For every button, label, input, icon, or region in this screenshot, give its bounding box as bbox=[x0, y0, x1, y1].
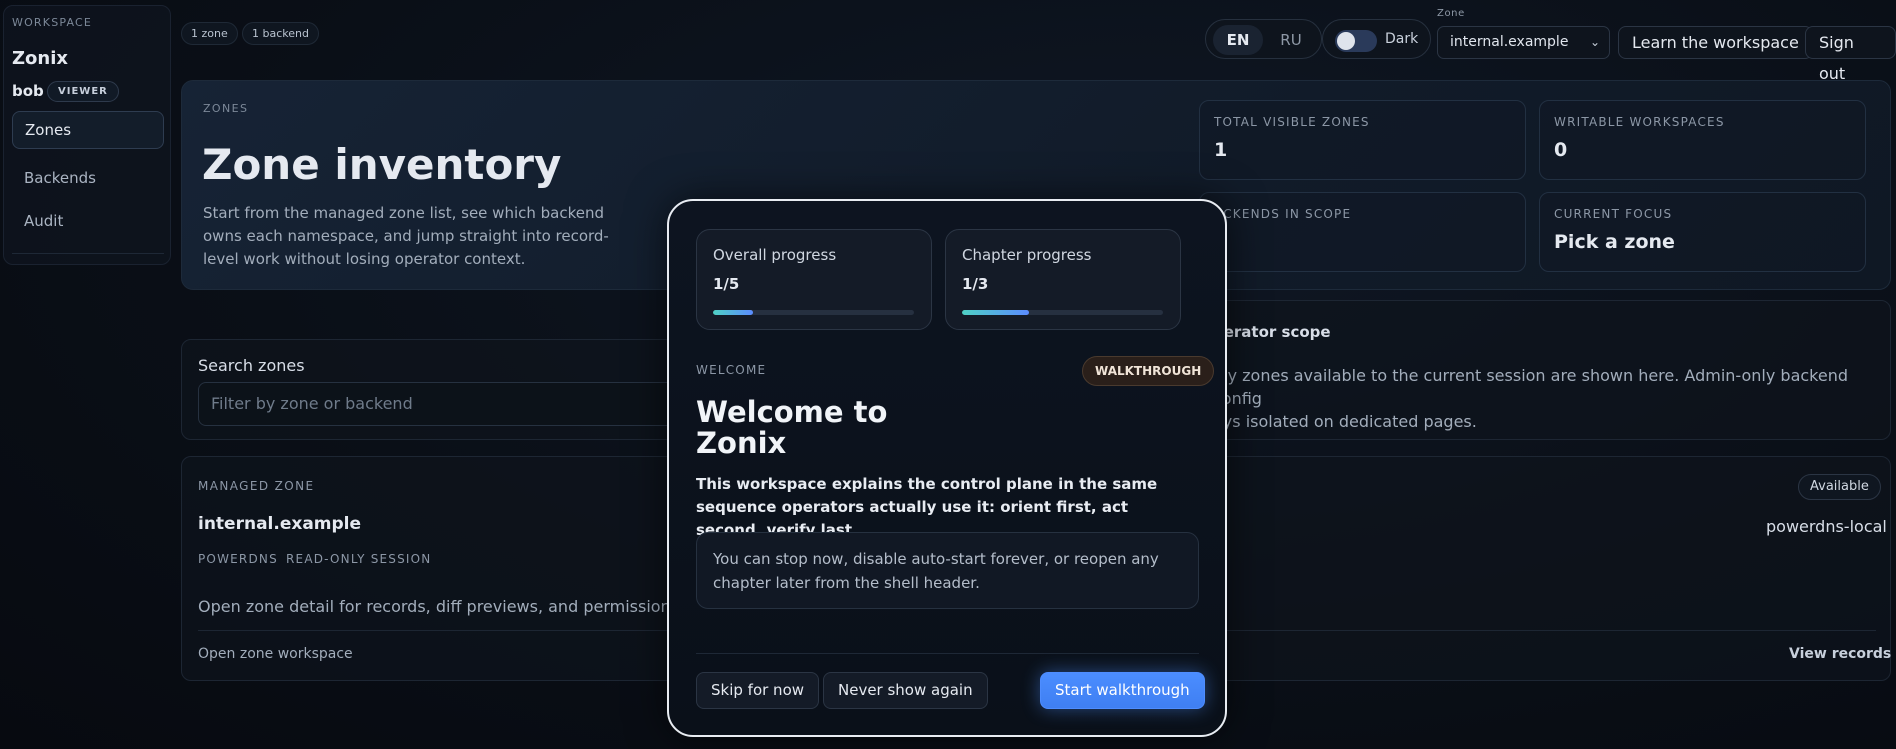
operator-scope-description: nly zones available to the current sessi… bbox=[1213, 364, 1873, 433]
hero-description: Start from the managed zone list, see wh… bbox=[203, 204, 609, 268]
open-zone-workspace-link[interactable]: Open zone workspace bbox=[198, 646, 353, 662]
zone-backend-type: POWERDNS bbox=[198, 552, 278, 566]
view-records-link[interactable]: View records bbox=[1789, 646, 1891, 662]
walkthrough-badge: WALKTHROUGH bbox=[1082, 356, 1215, 386]
chapter-progress-bar bbox=[962, 310, 1163, 315]
skip-button[interactable]: Skip for now bbox=[696, 672, 820, 709]
theme-label: Dark bbox=[1385, 31, 1419, 47]
zone-description: Open zone detail for records, diff previ… bbox=[198, 597, 716, 616]
page-title: Zone inventory bbox=[202, 140, 562, 189]
backend-count-chip: 1 backend bbox=[242, 22, 319, 45]
user-name: bob bbox=[12, 82, 44, 100]
stat-writable-workspaces: WRITABLE WORKSPACES 0 bbox=[1539, 100, 1866, 180]
app-name: Zonix bbox=[12, 48, 69, 69]
modal-title: Welcome to Zonix bbox=[696, 395, 888, 460]
zone-select-label: Zone bbox=[1437, 8, 1465, 19]
zone-select-value: internal.example bbox=[1450, 34, 1569, 50]
hero-eyebrow: ZONES bbox=[203, 102, 249, 115]
status-badge: Available bbox=[1798, 474, 1881, 500]
overall-progress-card: Overall progress 1/5 bbox=[696, 229, 932, 330]
role-badge: VIEWER bbox=[47, 81, 119, 102]
overall-progress-label: Overall progress bbox=[713, 246, 837, 264]
chapter-progress-label: Chapter progress bbox=[962, 246, 1092, 264]
stat-total-visible-zones: TOTAL VISIBLE ZONES 1 bbox=[1199, 100, 1526, 180]
stat-value: 1 bbox=[1214, 139, 1228, 161]
sidebar-divider bbox=[12, 253, 164, 254]
toggle-knob bbox=[1337, 32, 1355, 50]
sign-out-button[interactable]: Sign out bbox=[1805, 26, 1896, 83]
sidebar-item-backends[interactable]: Backends bbox=[12, 159, 164, 197]
overall-progress-value: 1/5 bbox=[713, 275, 740, 293]
stat-label: TOTAL VISIBLE ZONES bbox=[1214, 115, 1370, 129]
zone-name[interactable]: internal.example bbox=[198, 514, 361, 534]
language-switch: EN RU bbox=[1205, 19, 1322, 59]
stat-backends-in-scope: ACKENDS IN SCOPE 1 bbox=[1199, 192, 1526, 272]
sidebar-item-audit[interactable]: Audit bbox=[12, 202, 164, 240]
operator-scope-title: perator scope bbox=[1213, 323, 1331, 341]
sidebar-item-zones[interactable]: Zones bbox=[12, 111, 164, 149]
stat-label: ACKENDS IN SCOPE bbox=[1214, 207, 1352, 221]
toggle-track[interactable] bbox=[1335, 30, 1377, 52]
search-label: Search zones bbox=[198, 356, 305, 375]
stat-value: 0 bbox=[1554, 139, 1568, 161]
stat-current-focus: CURRENT FOCUS Pick a zone bbox=[1539, 192, 1866, 272]
overall-progress-bar bbox=[713, 310, 914, 315]
never-show-again-button[interactable]: Never show again bbox=[823, 672, 988, 709]
operator-scope-line-1: nly zones available to the current sessi… bbox=[1213, 366, 1848, 408]
walkthrough-modal: Overall progress 1/5 Chapter progress 1/… bbox=[667, 199, 1227, 737]
theme-toggle[interactable]: Dark bbox=[1322, 19, 1431, 59]
zone-backend-name: powerdns-local bbox=[1766, 517, 1887, 536]
workspace-label: WORKSPACE bbox=[12, 16, 93, 29]
overall-progress-fill bbox=[713, 310, 754, 315]
start-walkthrough-button[interactable]: Start walkthrough bbox=[1040, 672, 1205, 709]
zone-card-eyebrow: MANAGED ZONE bbox=[198, 479, 315, 493]
modal-divider bbox=[696, 653, 1199, 654]
search-input[interactable]: Filter by zone or backend bbox=[198, 382, 678, 426]
sidebar: WORKSPACE Zonix bob VIEWER Zones Backend… bbox=[3, 5, 171, 265]
chapter-progress-card: Chapter progress 1/3 bbox=[945, 229, 1181, 330]
language-ru-button[interactable]: RU bbox=[1266, 25, 1316, 55]
learn-workspace-button[interactable]: Learn the workspace bbox=[1618, 26, 1813, 59]
stat-label: WRITABLE WORKSPACES bbox=[1554, 115, 1725, 129]
zone-session-mode: READ-ONLY SESSION bbox=[286, 552, 432, 566]
chapter-progress-value: 1/3 bbox=[962, 275, 989, 293]
operator-scope-line-2: ays isolated on dedicated pages. bbox=[1213, 412, 1477, 431]
zone-count-chip: 1 zone bbox=[181, 22, 238, 45]
language-en-button[interactable]: EN bbox=[1213, 25, 1263, 55]
modal-note: You can stop now, disable auto-start for… bbox=[696, 532, 1199, 609]
zone-select[interactable]: internal.example ⌄ bbox=[1437, 26, 1610, 59]
chapter-progress-fill bbox=[962, 310, 1029, 315]
stat-label: CURRENT FOCUS bbox=[1554, 207, 1673, 221]
stat-value: Pick a zone bbox=[1554, 231, 1675, 253]
modal-eyebrow: WELCOME bbox=[696, 363, 767, 377]
chevron-down-icon: ⌄ bbox=[1589, 35, 1600, 49]
